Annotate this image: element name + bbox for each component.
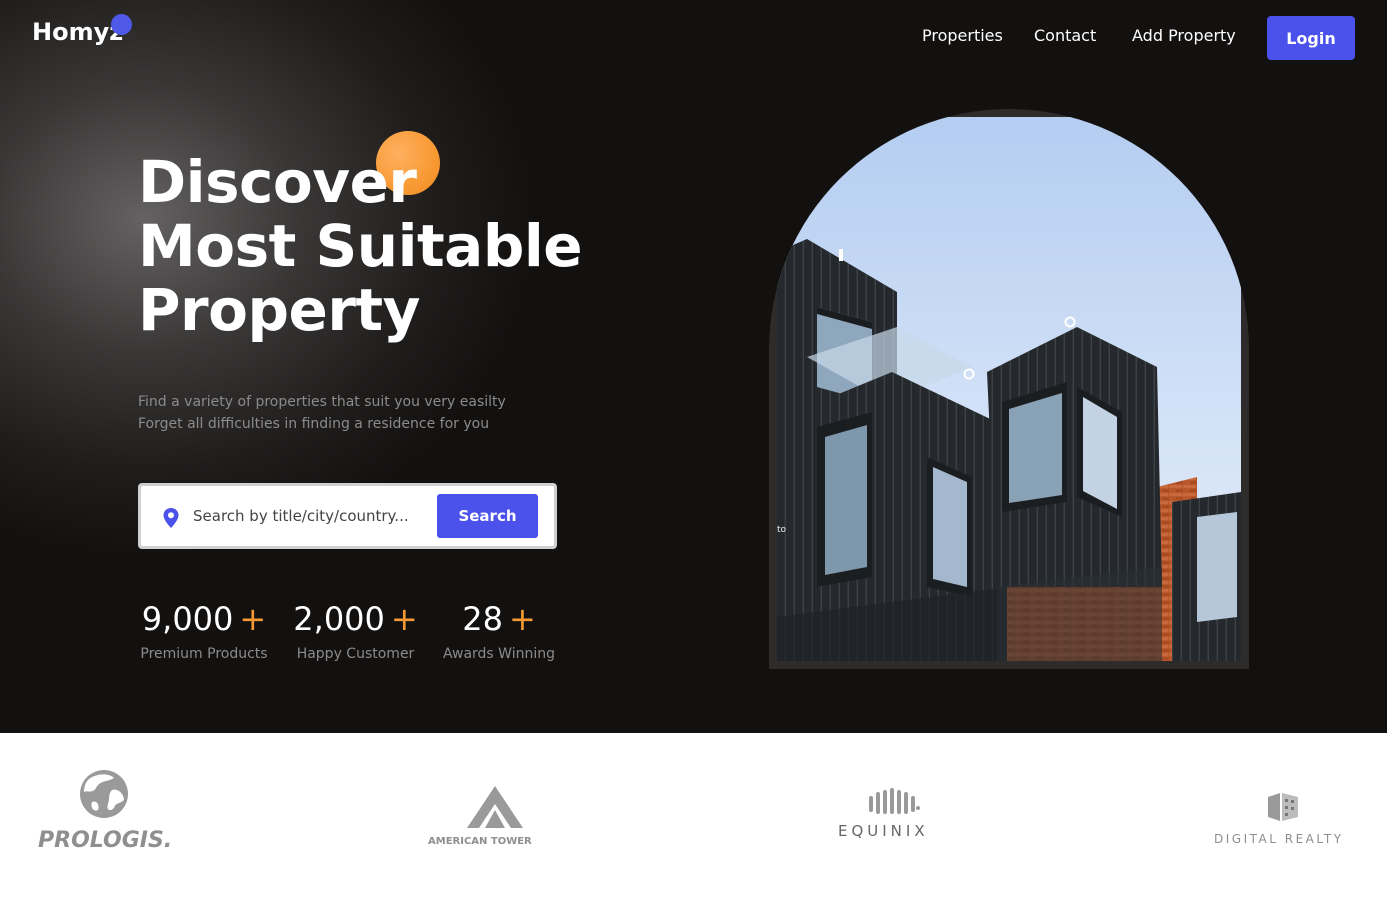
nav-contact[interactable]: Contact bbox=[1034, 26, 1096, 45]
stat-value: 2,000 bbox=[293, 600, 385, 638]
digital-realty-cube-icon bbox=[1268, 793, 1298, 821]
stat-value: 9,000 bbox=[141, 600, 234, 638]
company-name: AMERICAN TOWER bbox=[428, 836, 532, 847]
company-name: EQUINIX bbox=[838, 822, 929, 840]
hero-image-frame: to bbox=[769, 109, 1249, 669]
company-prologis: PROLOGIS. bbox=[38, 766, 178, 858]
search-input[interactable] bbox=[193, 500, 433, 532]
hero-description: Find a variety of properties that suit y… bbox=[138, 391, 506, 435]
description-line: Forget all difficulties in finding a res… bbox=[138, 416, 490, 432]
stat-plus: + bbox=[508, 600, 536, 638]
company-digital-realty: DIGITAL REALTY bbox=[1213, 791, 1358, 851]
search-button[interactable]: Search bbox=[437, 494, 538, 538]
stat-value: 28 bbox=[462, 600, 503, 638]
stat-awards-winning: 28 + Awards Winning bbox=[441, 600, 557, 662]
hero-section: Homyz Properties Contact Add Property Lo… bbox=[0, 0, 1387, 733]
hero-title: Discover Most Suitable Property bbox=[138, 148, 583, 344]
company-name: DIGITAL REALTY bbox=[1214, 832, 1344, 846]
company-american-tower: AMERICAN TOWER bbox=[427, 786, 569, 847]
stat-label: Awards Winning bbox=[443, 646, 555, 662]
logo-dot bbox=[111, 14, 132, 35]
hero-title-line: Most Suitable bbox=[138, 212, 583, 280]
property-image: to bbox=[777, 117, 1241, 661]
description-line: Find a variety of properties that suit y… bbox=[138, 394, 506, 410]
search-bar: Search bbox=[138, 483, 557, 549]
globe-icon bbox=[80, 770, 128, 818]
equinix-bars-icon bbox=[869, 788, 920, 814]
company-name: PROLOGIS. bbox=[38, 828, 173, 853]
companies-strip: PROLOGIS. AMERICAN TOWER EQUINIX DIGITAL… bbox=[0, 733, 1387, 918]
nav-add-property[interactable]: Add Property bbox=[1132, 26, 1236, 45]
hero-title-line: Property bbox=[138, 276, 420, 344]
stat-label: Happy Customer bbox=[296, 646, 415, 662]
company-equinix: EQUINIX bbox=[838, 788, 948, 843]
nav-properties[interactable]: Properties bbox=[922, 26, 1003, 45]
stat-premium-products: 9,000 + Premium Products bbox=[138, 600, 270, 662]
login-button[interactable]: Login bbox=[1267, 16, 1355, 60]
hero-title-line: Discover bbox=[138, 148, 417, 216]
stat-happy-customer: 2,000 + Happy Customer bbox=[292, 600, 419, 662]
stat-label: Premium Products bbox=[140, 646, 268, 662]
logo[interactable]: Homyz bbox=[32, 18, 123, 46]
stat-plus: + bbox=[239, 600, 267, 638]
stat-plus: + bbox=[390, 600, 418, 638]
image-caption-fragment: to bbox=[777, 525, 787, 535]
tower-triangle-icon bbox=[467, 786, 523, 828]
location-pin-icon bbox=[163, 508, 179, 528]
